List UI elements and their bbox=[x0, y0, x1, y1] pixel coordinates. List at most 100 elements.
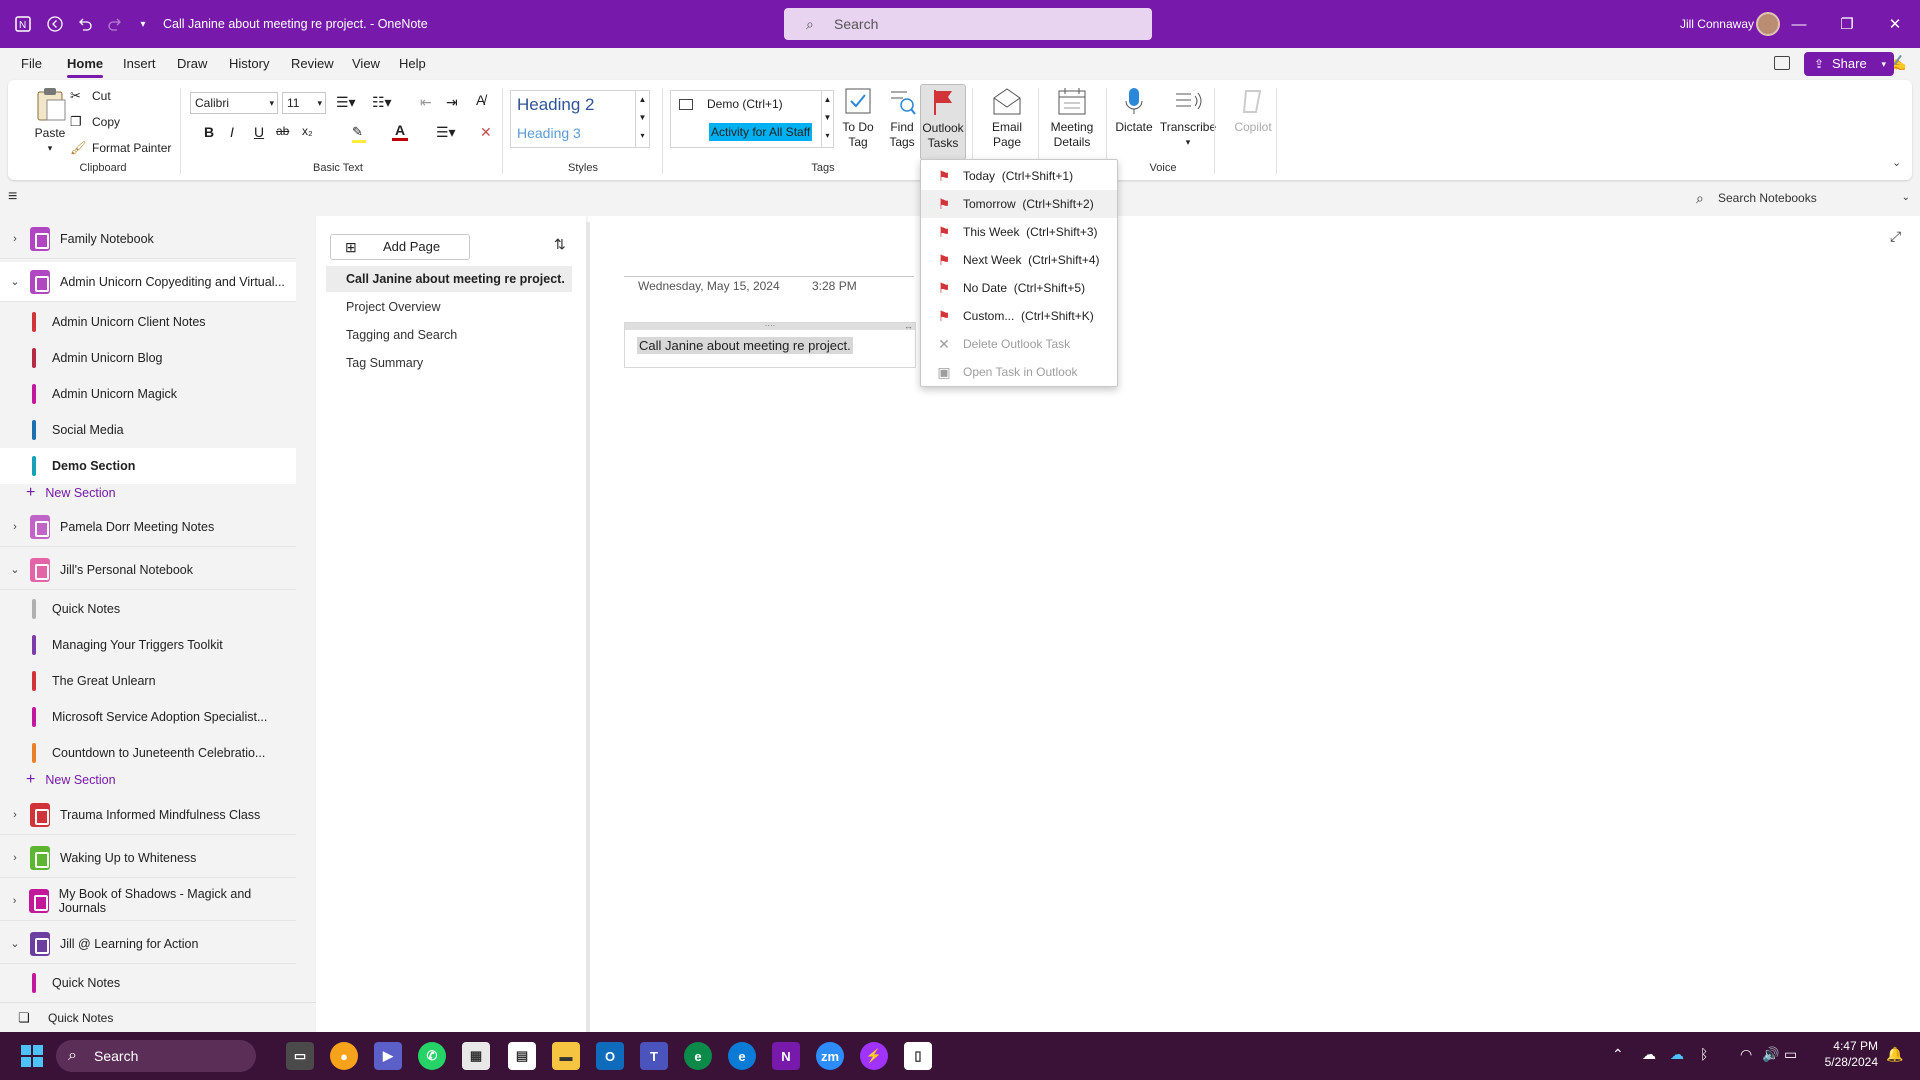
edge-icon[interactable]: e bbox=[728, 1042, 756, 1070]
clear-formatting-icon[interactable]: A̸ bbox=[476, 92, 485, 108]
section-admin-client-notes[interactable]: Admin Unicorn Client Notes bbox=[0, 304, 296, 340]
tag-activity-staff[interactable]: Activity for All Staff bbox=[709, 123, 813, 141]
section-social-media[interactable]: Social Media bbox=[0, 412, 296, 448]
back-icon[interactable] bbox=[40, 0, 70, 48]
file-explorer-icon[interactable]: ▬ bbox=[552, 1042, 580, 1070]
italic-button[interactable]: I bbox=[230, 124, 234, 140]
section-admin-magick[interactable]: Admin Unicorn Magick bbox=[0, 376, 296, 412]
windows-start-icon[interactable] bbox=[18, 1042, 46, 1070]
heading-2-style[interactable]: Heading 2 bbox=[517, 95, 595, 115]
bluetooth-icon[interactable]: ᛒ bbox=[1700, 1046, 1708, 1062]
pane-divider[interactable] bbox=[586, 222, 590, 1032]
quick-notes-footer[interactable]: ❏ Quick Notes bbox=[0, 1002, 316, 1032]
notebook-family[interactable]: › Family Notebook bbox=[0, 219, 296, 259]
page-tagging-search[interactable]: Tagging and Search bbox=[326, 322, 572, 348]
notebook-waking-up[interactable]: › Waking Up to Whiteness bbox=[0, 838, 296, 878]
whatsapp-icon[interactable]: ✆ bbox=[418, 1042, 446, 1070]
section-great-unlearn[interactable]: The Great Unlearn bbox=[0, 663, 296, 699]
user-name[interactable]: Jill Connaway bbox=[1680, 0, 1754, 48]
page-tag-summary[interactable]: Tag Summary bbox=[326, 350, 572, 376]
tab-insert[interactable]: Insert bbox=[123, 48, 156, 80]
document-icon[interactable]: ▯ bbox=[904, 1042, 932, 1070]
tab-view[interactable]: View bbox=[352, 48, 380, 80]
messenger-icon[interactable]: ⚡ bbox=[860, 1042, 888, 1070]
menu-item-open-task[interactable]: ▣ Open Task in Outlook bbox=[921, 358, 1117, 386]
teams-icon[interactable]: T bbox=[640, 1042, 668, 1070]
section-juneteenth[interactable]: Countdown to Juneteenth Celebratio... bbox=[0, 735, 296, 771]
menu-item-delete-task[interactable]: ✕ Delete Outlook Task bbox=[921, 330, 1117, 358]
menu-item-today[interactable]: ⚑ Today (Ctrl+Shift+1) bbox=[921, 162, 1117, 190]
tab-home[interactable]: Home bbox=[67, 48, 104, 80]
meeting-details-button[interactable]: Meeting Details bbox=[1044, 86, 1100, 150]
sort-icon[interactable]: ⇅ bbox=[554, 236, 566, 253]
onenote-taskbar-icon[interactable]: N bbox=[772, 1042, 800, 1070]
section-quick-notes-jill[interactable]: Quick Notes bbox=[0, 965, 296, 1001]
container-handle[interactable]: ···· bbox=[625, 322, 915, 330]
strikethrough-button[interactable]: ab bbox=[276, 124, 289, 138]
restore-button[interactable]: ❐ bbox=[1824, 0, 1870, 48]
underline-button[interactable]: U bbox=[254, 124, 264, 140]
resize-handle[interactable]: ↔ bbox=[904, 321, 913, 331]
new-section-button[interactable]: + New Section bbox=[26, 772, 116, 788]
section-quick-notes[interactable]: Quick Notes bbox=[0, 591, 296, 627]
notebook-jills-personal[interactable]: ⌄ Jill's Personal Notebook bbox=[0, 550, 296, 590]
zoom-icon[interactable]: zm bbox=[816, 1042, 844, 1070]
task-view-icon[interactable]: ▭ bbox=[286, 1042, 314, 1070]
align-icon[interactable]: ☰▾ bbox=[436, 124, 456, 141]
cloud-icon[interactable]: ☁ bbox=[1642, 1046, 1656, 1063]
note-text[interactable]: Call Janine about meeting re project. bbox=[637, 337, 853, 354]
tags-gallery[interactable]: Demo (Ctrl+1) Activity for All Staff ▲ ▼ ▾ bbox=[670, 90, 834, 148]
search-notebooks-input[interactable]: ⌕ Search Notebooks ⌄ bbox=[1688, 186, 1914, 210]
teams-meet-icon[interactable]: ▶ bbox=[374, 1042, 402, 1070]
notebook-trauma-informed[interactable]: › Trauma Informed Mindfulness Class bbox=[0, 795, 296, 835]
tag-demo[interactable]: Demo (Ctrl+1) bbox=[679, 97, 783, 111]
undo-icon[interactable] bbox=[70, 0, 100, 48]
paste-button[interactable]: Paste ▾ bbox=[24, 86, 76, 156]
styles-gallery[interactable]: Heading 2 Heading 3 ▲ ▼ ▾ bbox=[510, 90, 650, 148]
volume-icon[interactable]: 🔊 bbox=[1762, 1046, 1779, 1063]
section-microsoft-service[interactable]: Microsoft Service Adoption Specialist... bbox=[0, 699, 296, 735]
menu-item-this-week[interactable]: ⚑ This Week (Ctrl+Shift+3) bbox=[921, 218, 1117, 246]
tab-help[interactable]: Help bbox=[399, 48, 426, 80]
collapse-ribbon-icon[interactable]: ⌄ bbox=[1892, 156, 1901, 169]
system-clock[interactable]: 4:47 PM 5/28/2024 bbox=[1825, 1038, 1878, 1070]
notebook-book-of-shadows[interactable]: › My Book of Shadows - Magick and Journal… bbox=[0, 881, 296, 921]
bullets-icon[interactable]: ☰▾ bbox=[336, 94, 356, 111]
transcribe-button[interactable]: Transcribe ▾ bbox=[1158, 86, 1218, 150]
immersive-reader-icon[interactable] bbox=[1774, 56, 1790, 70]
gallery-scroll[interactable]: ▲ ▼ ▾ bbox=[635, 91, 649, 147]
section-triggers-toolkit[interactable]: Managing Your Triggers Toolkit bbox=[0, 627, 296, 663]
heading-3-style[interactable]: Heading 3 bbox=[517, 125, 581, 141]
wifi-icon[interactable]: ◠ bbox=[1740, 1046, 1752, 1063]
numbering-icon[interactable]: ☷▾ bbox=[372, 94, 392, 111]
customize-qat-icon[interactable]: ▾ bbox=[128, 0, 158, 48]
close-button[interactable]: ✕ bbox=[1872, 0, 1918, 48]
copilot-button[interactable]: Copilot bbox=[1228, 86, 1278, 135]
tab-history[interactable]: History bbox=[229, 48, 269, 80]
onedrive-icon[interactable]: ☁ bbox=[1670, 1046, 1684, 1063]
format-painter-button[interactable]: 🖌 Format Painter bbox=[70, 140, 171, 156]
page-project-overview[interactable]: Project Overview bbox=[326, 294, 572, 320]
calendar-app-icon[interactable]: ▦ bbox=[462, 1042, 490, 1070]
subscript-button[interactable]: x₂ bbox=[302, 124, 313, 138]
tab-review[interactable]: Review bbox=[291, 48, 334, 80]
share-button[interactable]: ⇪ Share ▾ bbox=[1804, 52, 1894, 76]
notebook-pamela-dorr[interactable]: › Pamela Dorr Meeting Notes bbox=[0, 507, 296, 547]
tab-file[interactable]: File bbox=[21, 48, 42, 80]
find-tags-button[interactable]: Find Tags bbox=[882, 86, 922, 150]
notepad-icon[interactable]: ▤ bbox=[508, 1042, 536, 1070]
edge-dev-icon[interactable]: e bbox=[684, 1042, 712, 1070]
section-demo[interactable]: Demo Section bbox=[0, 448, 296, 484]
outlook-icon[interactable]: O bbox=[596, 1042, 624, 1070]
menu-item-tomorrow[interactable]: ⚑ Tomorrow (Ctrl+Shift+2) bbox=[921, 190, 1117, 218]
expand-icon[interactable]: ⤢ bbox=[1890, 228, 1901, 245]
dictate-button[interactable]: Dictate bbox=[1108, 86, 1160, 135]
section-admin-blog[interactable]: Admin Unicorn Blog bbox=[0, 340, 296, 376]
decrease-indent-icon[interactable]: ⇤ bbox=[420, 94, 432, 111]
menu-item-no-date[interactable]: ⚑ No Date (Ctrl+Shift+5) bbox=[921, 274, 1117, 302]
taskbar-search[interactable]: ⌕ Search bbox=[56, 1040, 256, 1072]
browser-icon[interactable]: ● bbox=[330, 1042, 358, 1070]
note-container[interactable]: ···· ↔ Call Janine about meeting re proj… bbox=[624, 321, 916, 368]
font-size-dropdown[interactable]: 11 ▾ bbox=[282, 92, 326, 114]
notebook-admin-unicorn[interactable]: ⌄ Admin Unicorn Copyediting and Virtual..… bbox=[0, 262, 296, 302]
